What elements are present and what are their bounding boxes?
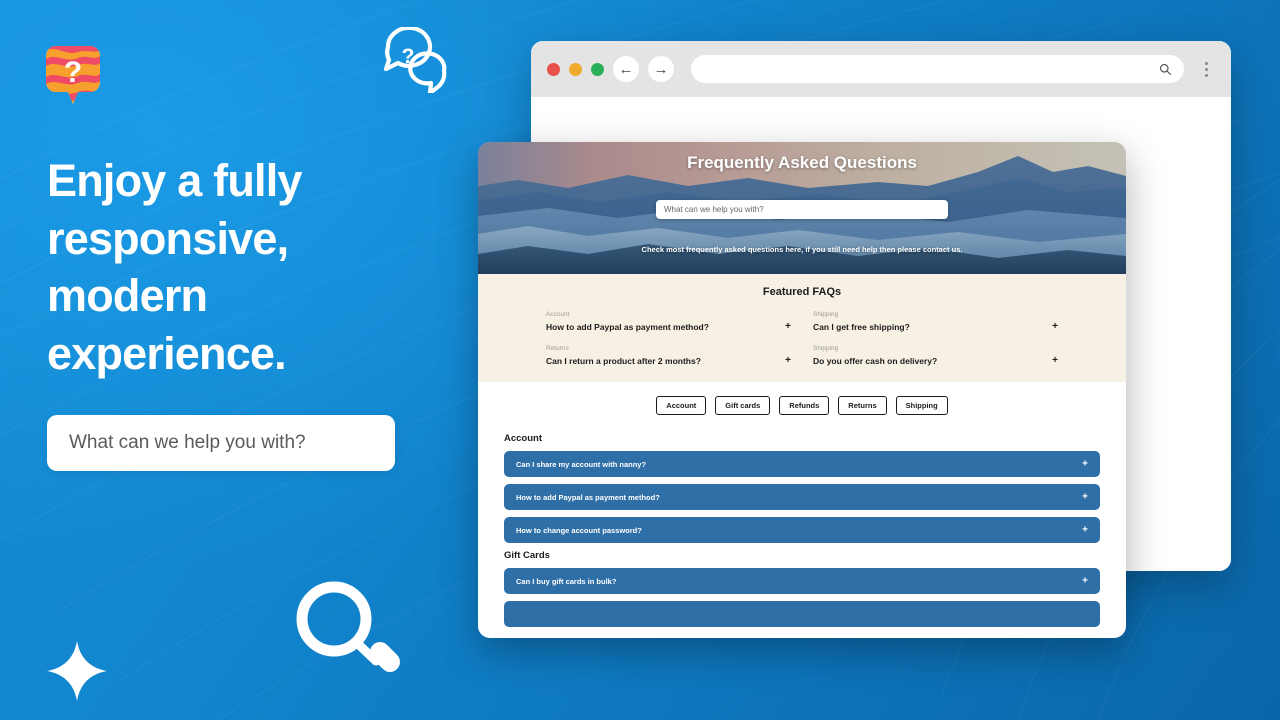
featured-faq-category: Account	[546, 311, 570, 318]
filter-shipping[interactable]: Shipping	[895, 396, 948, 415]
svg-text:?: ?	[402, 45, 415, 68]
hero-search-placeholder: What can we help you with?	[69, 432, 306, 453]
sparkle-star-icon	[44, 638, 110, 704]
page-headline: Enjoy a fully responsive, modern experie…	[47, 155, 302, 379]
expand-icon[interactable]: +	[1082, 492, 1088, 503]
expand-icon[interactable]: +	[785, 355, 791, 366]
featured-faq-item[interactable]: Shipping Can I get free shipping? +	[813, 311, 1058, 332]
accordion-item-partial[interactable]	[504, 601, 1100, 627]
accordion-question: How to change account password?	[516, 525, 642, 535]
expand-icon[interactable]: +	[1082, 459, 1088, 470]
expand-icon[interactable]: +	[1082, 525, 1088, 536]
expand-icon[interactable]: +	[1052, 321, 1058, 332]
accordion-item[interactable]: Can I share my account with nanny? +	[504, 451, 1100, 477]
featured-faq-question: Can I return a product after 2 months?	[546, 356, 701, 366]
filter-refunds[interactable]: Refunds	[779, 396, 830, 415]
magnifying-glass-icon	[286, 577, 410, 681]
featured-faq-category: Shipping	[813, 311, 839, 318]
featured-faqs-section: Featured FAQs Account How to add Paypal …	[478, 274, 1126, 382]
close-window-button[interactable]	[547, 62, 560, 76]
maximize-window-button[interactable]	[591, 62, 604, 76]
minimize-window-button[interactable]	[569, 62, 582, 76]
faq-hero-title: Frequently Asked Questions	[687, 153, 917, 172]
featured-faq-question: How to add Paypal as payment method?	[546, 322, 709, 332]
featured-faq-category: Returns	[546, 345, 569, 352]
kebab-menu-icon[interactable]	[1197, 61, 1215, 77]
filter-account[interactable]: Account	[656, 396, 707, 415]
faq-hero-subtitle: Check most frequently asked questions he…	[641, 245, 963, 254]
accordion-question: Can I share my account with nanny?	[516, 459, 647, 469]
filter-returns[interactable]: Returns	[838, 396, 887, 415]
featured-faq-item[interactable]: Returns Can I return a product after 2 m…	[546, 345, 791, 366]
marketing-panel: ? Enjoy a fully responsive, modern exper…	[0, 0, 470, 720]
featured-faqs-grid: Account How to add Paypal as payment met…	[478, 311, 1126, 366]
chat-bubbles-question-icon: ?	[378, 27, 468, 93]
faq-question-bubble-logo: ?	[44, 44, 102, 106]
search-icon[interactable]	[1159, 63, 1172, 76]
accordion-question: Can I buy gift cards in bulk?	[516, 576, 617, 586]
faq-accordion-list: Account Can I share my account with nann…	[478, 433, 1126, 627]
featured-faq-item[interactable]: Shipping Do you offer cash on delivery? …	[813, 345, 1058, 366]
forward-button[interactable]: →	[648, 56, 674, 82]
featured-faq-question: Can I get free shipping?	[813, 322, 910, 332]
expand-icon[interactable]: +	[1052, 355, 1058, 366]
expand-icon[interactable]: +	[785, 321, 791, 332]
faq-hero-banner: Frequently Asked Questions What can we h…	[478, 142, 1126, 274]
featured-faq-question: Do you offer cash on delivery?	[813, 356, 938, 366]
accordion-item[interactable]: How to change account password? +	[504, 517, 1100, 543]
address-bar[interactable]	[691, 55, 1184, 83]
expand-icon[interactable]: +	[1082, 576, 1088, 587]
faq-search-input[interactable]: What can we help you with?	[656, 200, 948, 219]
faq-search-placeholder: What can we help you with?	[664, 205, 764, 214]
featured-faq-item[interactable]: Account How to add Paypal as payment met…	[546, 311, 791, 332]
accordion-group-title-account: Account	[504, 433, 542, 444]
hero-search-input[interactable]: What can we help you with?	[47, 415, 395, 471]
accordion-group-title-gift-cards: Gift Cards	[504, 550, 550, 561]
faq-page-card: Frequently Asked Questions What can we h…	[478, 142, 1126, 638]
back-button[interactable]: ←	[613, 56, 639, 82]
svg-text:?: ?	[64, 56, 82, 89]
accordion-question: How to add Paypal as payment method?	[516, 492, 660, 502]
browser-toolbar: ← →	[531, 41, 1231, 97]
accordion-item[interactable]: How to add Paypal as payment method? +	[504, 484, 1100, 510]
featured-faqs-title: Featured FAQs	[762, 286, 842, 298]
featured-faq-category: Shipping	[813, 345, 839, 352]
category-filter-bar: Account Gift cards Refunds Returns Shipp…	[478, 382, 1126, 427]
accordion-item[interactable]: Can I buy gift cards in bulk? +	[504, 568, 1100, 594]
filter-gift-cards[interactable]: Gift cards	[715, 396, 771, 415]
